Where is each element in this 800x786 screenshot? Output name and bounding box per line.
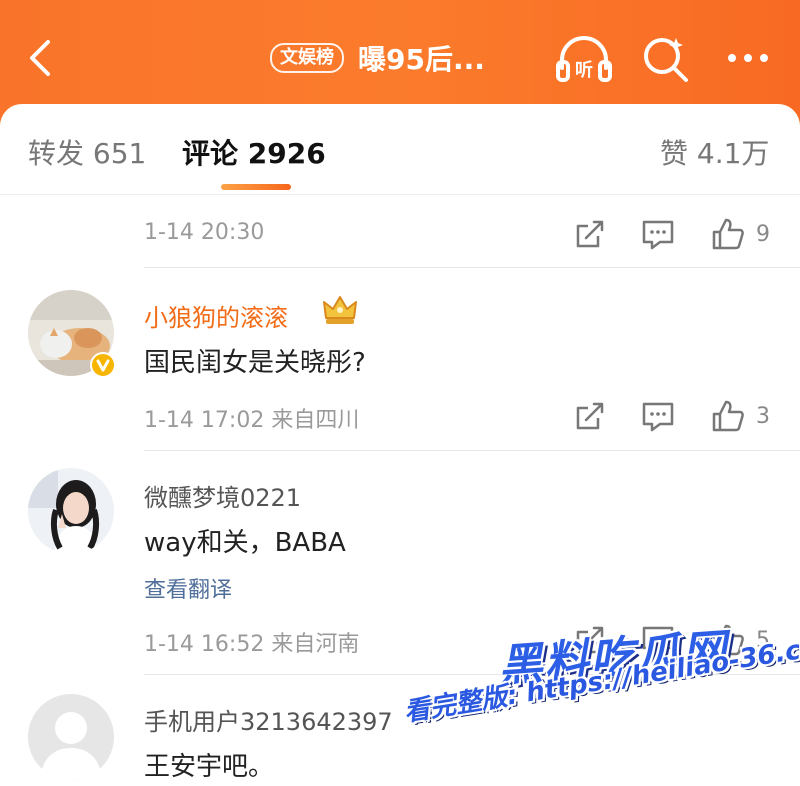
comment-divider	[144, 267, 800, 268]
repost-icon[interactable]	[572, 398, 608, 434]
girl-avatar-image	[28, 468, 114, 554]
comment-divider	[144, 450, 800, 451]
tab-bar: 转发 651 评论 2926 赞 4.1万	[0, 104, 800, 195]
comment-text: 王安宇吧。	[144, 752, 275, 782]
repost-icon[interactable]	[572, 216, 608, 252]
username[interactable]: 手机用户3213642397	[144, 702, 393, 737]
like-count: 3	[756, 404, 770, 429]
avatar[interactable]	[28, 468, 114, 554]
like-icon[interactable]	[710, 398, 746, 434]
search-icon[interactable]	[640, 32, 692, 84]
header-title-group[interactable]: 文娱榜 曝95后...	[270, 38, 485, 78]
verified-badge-icon	[90, 352, 116, 378]
crown-badge-icon	[323, 296, 357, 324]
comment-text: 国民闺女是关晓彤?	[144, 348, 366, 378]
back-arrow-icon[interactable]	[18, 34, 66, 82]
page-title: 曝95后...	[358, 43, 485, 76]
tab-repost[interactable]: 转发 651	[28, 132, 146, 172]
comment-time: 1-14 16:52 来自河南	[144, 632, 360, 657]
listen-label: 听	[575, 59, 593, 81]
reply-icon[interactable]	[640, 398, 676, 434]
username[interactable]: 小狼狗的滚滚	[144, 298, 288, 333]
active-tab-indicator	[221, 184, 291, 190]
headphones-icon[interactable]: 听	[554, 32, 614, 86]
like-count: 9	[756, 222, 770, 247]
reply-icon[interactable]	[640, 216, 676, 252]
default-user-avatar-icon	[28, 694, 114, 780]
translate-link[interactable]: 查看翻译	[144, 572, 232, 604]
more-options-icon[interactable]	[722, 40, 774, 76]
like-icon[interactable]	[710, 216, 746, 252]
tab-comments[interactable]: 评论 2926	[182, 132, 326, 172]
comment-time: 1-14 20:30	[144, 220, 265, 245]
avatar[interactable]	[28, 694, 114, 780]
tabs-divider	[0, 194, 800, 195]
comment-time: 1-14 17:02 来自四川	[144, 408, 360, 433]
username[interactable]: 微醺梦境0221	[144, 478, 301, 513]
comment-text: way和关，BABA	[144, 528, 346, 558]
category-badge: 文娱榜	[270, 43, 344, 73]
tab-likes[interactable]: 赞 4.1万	[660, 132, 769, 172]
